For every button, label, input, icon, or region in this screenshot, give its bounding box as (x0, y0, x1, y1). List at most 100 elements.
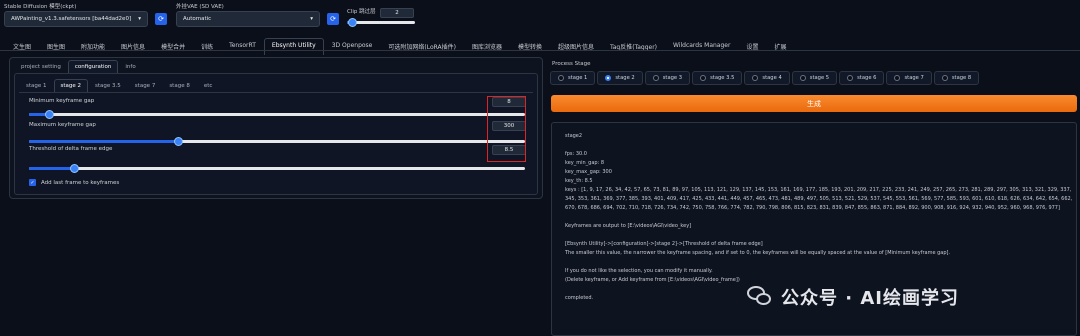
checkpoint-select[interactable]: AWPainting_v1.3.safetensors [ba44dad2e0]… (4, 11, 148, 27)
radio-dot-icon (894, 75, 901, 81)
process-stage-radio[interactable]: stage 3.5 (692, 71, 743, 85)
generate-button[interactable]: 生成 (551, 95, 1077, 112)
radio-dot-icon (605, 75, 612, 81)
output-line: stage2 (565, 133, 583, 139)
main-tab[interactable]: Tag反推(Tagger) (602, 38, 665, 55)
main-tab[interactable]: 文生图 (5, 38, 39, 55)
process-stage-radio[interactable]: stage 1 (550, 71, 596, 85)
slider-label: Minimum keyframe gap (29, 98, 95, 104)
slider-knob[interactable] (173, 137, 183, 146)
slider-track[interactable] (29, 137, 525, 146)
slider-label: Threshold of delta frame edge (29, 146, 113, 152)
process-stage-label: Process Stage (552, 61, 591, 67)
stage-tab[interactable]: etc (197, 79, 220, 92)
main-tab[interactable]: 模型合并 (153, 38, 193, 55)
main-tab[interactable]: TensorRT (221, 38, 264, 55)
highlight-box (487, 96, 526, 162)
panel-tab[interactable]: project setting (14, 60, 68, 73)
vae-select[interactable]: Automatic ▾ (176, 11, 320, 27)
main-tab[interactable]: 图片信息 (113, 38, 153, 55)
watermark: 公众号 · AI绘画学习 (747, 284, 959, 310)
tab-divider (0, 50, 1080, 51)
process-stage-radio[interactable]: stage 7 (886, 71, 932, 85)
slider-fill (29, 167, 74, 170)
configuration-body: stage 1 stage 2 stage 3.5 stage 7 stage 8 etc… (14, 73, 538, 195)
checkpoint-value: AWPainting_v1.3.safetensors [ba44dad2e0] (11, 16, 132, 22)
stage-tab[interactable]: stage 7 (128, 79, 163, 92)
panel-tab-bar: project setting configuration info (14, 60, 143, 73)
main-tab[interactable]: 图库浏览器 (464, 38, 510, 55)
add-last-frame-row[interactable]: ✓ Add last frame to keyframes (29, 179, 119, 186)
process-stage-radio-label: stage 1 (568, 75, 588, 81)
main-tab-bar: 文生图 图生图 附加功能 图片信息 模型合并 训练 TensorRT Ebsynth Util… (5, 38, 794, 55)
radio-dot-icon (799, 75, 806, 81)
slider-fill (29, 140, 178, 143)
main-tab[interactable]: Wildcards Manager (665, 38, 738, 55)
process-stage-radio[interactable]: stage 8 (933, 71, 980, 85)
process-stage-radio-group: stage 1 stage 2 stage 3 stage 3.5 stage 4 sta… (550, 71, 980, 85)
output-line: [Ebsynth Utility]->[configuration]->[sta… (565, 241, 763, 247)
main-tab[interactable]: 设置 (738, 38, 766, 55)
output-line: key_th: 8.5 (565, 178, 593, 184)
process-stage-radio[interactable]: stage 3 (644, 71, 691, 85)
ebsynth-config-panel: project setting configuration info stage 1… (9, 57, 543, 199)
output-line: key_max_gap: 300 (565, 169, 612, 175)
radio-dot-icon (558, 75, 564, 81)
radio-dot-icon (700, 75, 707, 81)
stage-tab[interactable]: stage 2 (53, 79, 89, 92)
slider-knob[interactable] (44, 110, 54, 119)
output-blank-line (565, 231, 1076, 240)
main-tab[interactable]: 图生图 (39, 38, 73, 55)
stage-tab[interactable]: stage 8 (162, 79, 197, 92)
clip-skip-knob[interactable] (348, 18, 358, 27)
process-stage-radio[interactable]: stage 5 (791, 71, 838, 85)
checkpoint-label: Stable Diffusion 模型(ckpt) (4, 4, 77, 10)
output-line: 670, 678, 686, 694, 702, 710, 718, 726, … (565, 205, 1060, 211)
checkmark-icon: ✓ (30, 179, 35, 186)
chevron-down-icon: ▾ (310, 16, 313, 22)
output-line: The smaller this value, the narrower the… (565, 250, 951, 256)
main-tab[interactable]: Ebsynth Utility (263, 38, 324, 55)
main-tab[interactable]: 训练 (193, 38, 221, 55)
vae-value: Automatic (183, 16, 212, 22)
stage-tab-divider (19, 92, 533, 93)
main-tab[interactable]: 附加功能 (73, 38, 113, 55)
main-tab[interactable]: 模型转换 (510, 38, 550, 55)
main-tab[interactable]: 扩展 (766, 38, 794, 55)
stage-tab[interactable]: stage 3.5 (88, 79, 128, 92)
output-line: keys : [1, 9, 17, 26, 34, 42, 57, 65, 73… (565, 187, 1072, 193)
add-last-frame-checkbox[interactable]: ✓ (29, 179, 36, 186)
main-tab[interactable]: 3D Openpose (324, 38, 381, 55)
process-stage-radio[interactable]: stage 4 (744, 71, 790, 85)
main-tab[interactable]: 可选附加网络(LoRA插件) (380, 38, 464, 55)
clip-skip-label: Clip 跳过层 (347, 9, 376, 15)
process-stage-radio-label: stage 7 (904, 75, 924, 81)
slider-track[interactable] (29, 110, 525, 119)
clip-skip-slider[interactable] (347, 18, 415, 27)
main-tab[interactable]: 超级图片信息 (550, 38, 602, 55)
chevron-down-icon: ▾ (138, 16, 141, 22)
slider-track[interactable] (29, 164, 525, 173)
vae-label: 外挂VAE (SD VAE) (176, 4, 224, 10)
output-blank-line (565, 258, 1076, 267)
refresh-vae-icon[interactable]: ⟳ (327, 13, 339, 25)
process-stage-radio[interactable]: stage 2 (597, 71, 643, 85)
stage-tab-bar: stage 1 stage 2 stage 3.5 stage 7 stage 8 etc (19, 79, 219, 92)
process-stage-radio-label: stage 5 (809, 75, 830, 81)
process-stage-radio[interactable]: stage 6 (839, 71, 885, 85)
radio-dot-icon (847, 75, 854, 81)
panel-tab[interactable]: info (118, 60, 142, 73)
add-last-frame-label: Add last frame to keyframes (41, 179, 120, 186)
slider-knob[interactable] (69, 164, 79, 173)
output-line: 345, 353, 361, 369, 377, 385, 393, 401, … (565, 196, 1073, 202)
process-stage-radio-label: stage 3.5 (710, 75, 735, 81)
process-stage-radio-label: stage 2 (615, 75, 635, 81)
process-stage-radio-label: stage 6 (857, 75, 877, 81)
panel-tab[interactable]: configuration (67, 60, 119, 73)
refresh-checkpoint-icon[interactable]: ⟳ (155, 13, 167, 25)
clip-skip-input[interactable]: 2 (380, 8, 414, 18)
wechat-icon (747, 286, 773, 308)
radio-dot-icon (652, 75, 659, 81)
stage-tab[interactable]: stage 1 (19, 79, 54, 92)
watermark-text: 公众号 · AI绘画学习 (781, 288, 959, 309)
